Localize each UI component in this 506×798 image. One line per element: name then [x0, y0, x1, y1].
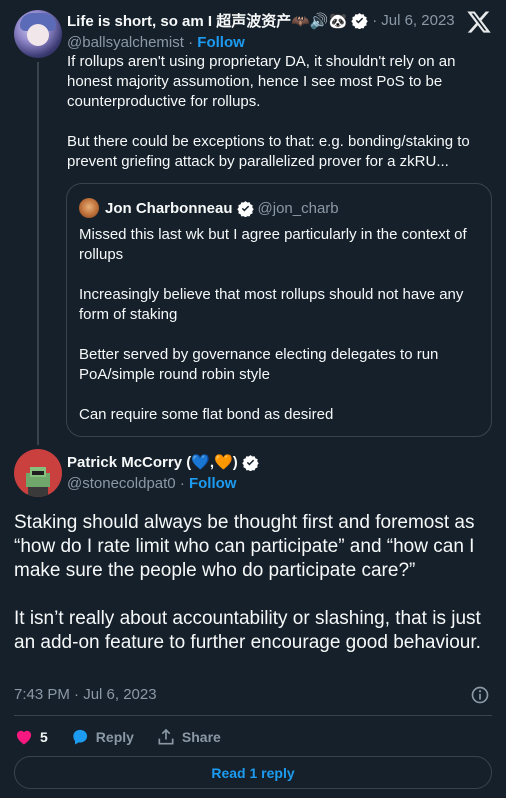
parent-tweet-paragraph: But there could be exceptions to that: e…: [67, 133, 470, 170]
main-author-name-row: Patrick McCorry (💙,🧡): [67, 452, 259, 472]
read-replies-button[interactable]: Read 1 reply: [14, 756, 492, 789]
share-button[interactable]: Share: [156, 727, 221, 747]
verified-badge-icon: [236, 200, 254, 217]
main-author-handle[interactable]: @stonecoldpat0: [67, 475, 176, 492]
reply-label: Reply: [95, 729, 134, 745]
tweet-actions-bar: 5 Reply Share: [14, 726, 243, 748]
x-logo-icon[interactable]: [466, 9, 492, 35]
reply-button[interactable]: Reply: [70, 727, 134, 747]
parent-author-avatar[interactable]: [14, 10, 62, 58]
share-label: Share: [181, 729, 221, 745]
info-icon[interactable]: [470, 685, 490, 705]
parent-handle-row: @ballsyalchemist · Follow: [67, 34, 245, 51]
quoted-tweet-paragraph: Better served by governance electing del…: [79, 346, 439, 383]
parent-tweet-paragraph: If rollups aren't using proprietary DA, …: [67, 53, 456, 110]
main-handle-row: @stonecoldpat0 · Follow: [67, 475, 236, 492]
tweet-separator: ·: [179, 475, 185, 492]
quoted-author-name: Jon Charbonneau: [105, 199, 233, 217]
parent-tweet-date[interactable]: Jul 6, 2023: [381, 12, 454, 29]
parent-author-name-row: Life is short, so am I 超声波资产🦇🔊🐼 · Jul 6,…: [67, 10, 455, 30]
tweet-timestamp[interactable]: 7:43 PM · Jul 6, 2023: [14, 686, 157, 703]
parent-tweet-body: If rollups aren't using proprietary DA, …: [67, 52, 497, 192]
quoted-tweet-paragraph: Can require some flat bond as desired: [79, 406, 334, 423]
tweet-separator: ·: [372, 11, 378, 29]
speech-bubble-icon: [73, 729, 87, 745]
verified-badge-icon: [351, 12, 368, 29]
main-author-avatar[interactable]: [14, 449, 62, 497]
quoted-tweet-card[interactable]: Jon Charbonneau @jon_charb Missed this l…: [66, 183, 492, 437]
like-count: 5: [40, 729, 48, 745]
like-button[interactable]: 5: [14, 727, 48, 747]
quoted-tweet-body: Missed this last wk but I agree particul…: [79, 225, 479, 445]
quoted-author-row: Jon Charbonneau @jon_charb: [105, 198, 339, 218]
quoted-tweet-paragraph: Missed this last wk but I agree particul…: [79, 226, 467, 263]
actions-divider: [14, 715, 492, 716]
quoted-tweet-paragraph: Increasingly believe that most rollups s…: [79, 286, 464, 323]
main-tweet-body: Staking should always be thought first a…: [14, 511, 494, 679]
share-upload-icon: [158, 728, 174, 745]
main-follow-link[interactable]: Follow: [189, 475, 237, 492]
verified-badge-icon: [242, 454, 259, 471]
parent-author-handle[interactable]: @ballsyalchemist: [67, 34, 184, 51]
parent-follow-link[interactable]: Follow: [197, 34, 245, 51]
main-tweet-paragraph: It isn’t really about accountability or …: [14, 608, 481, 653]
quoted-author-handle: @jon_charb: [257, 199, 339, 217]
thread-connector-line: [37, 62, 39, 445]
main-tweet-paragraph: Staking should always be thought first a…: [14, 512, 475, 581]
tweet-separator: ·: [188, 34, 194, 51]
heart-icon: [16, 730, 32, 745]
main-author-name[interactable]: Patrick McCorry (💙,🧡): [67, 453, 238, 471]
quoted-author-avatar: [79, 198, 99, 218]
parent-author-name[interactable]: Life is short, so am I 超声波资产🦇🔊🐼: [67, 10, 347, 31]
